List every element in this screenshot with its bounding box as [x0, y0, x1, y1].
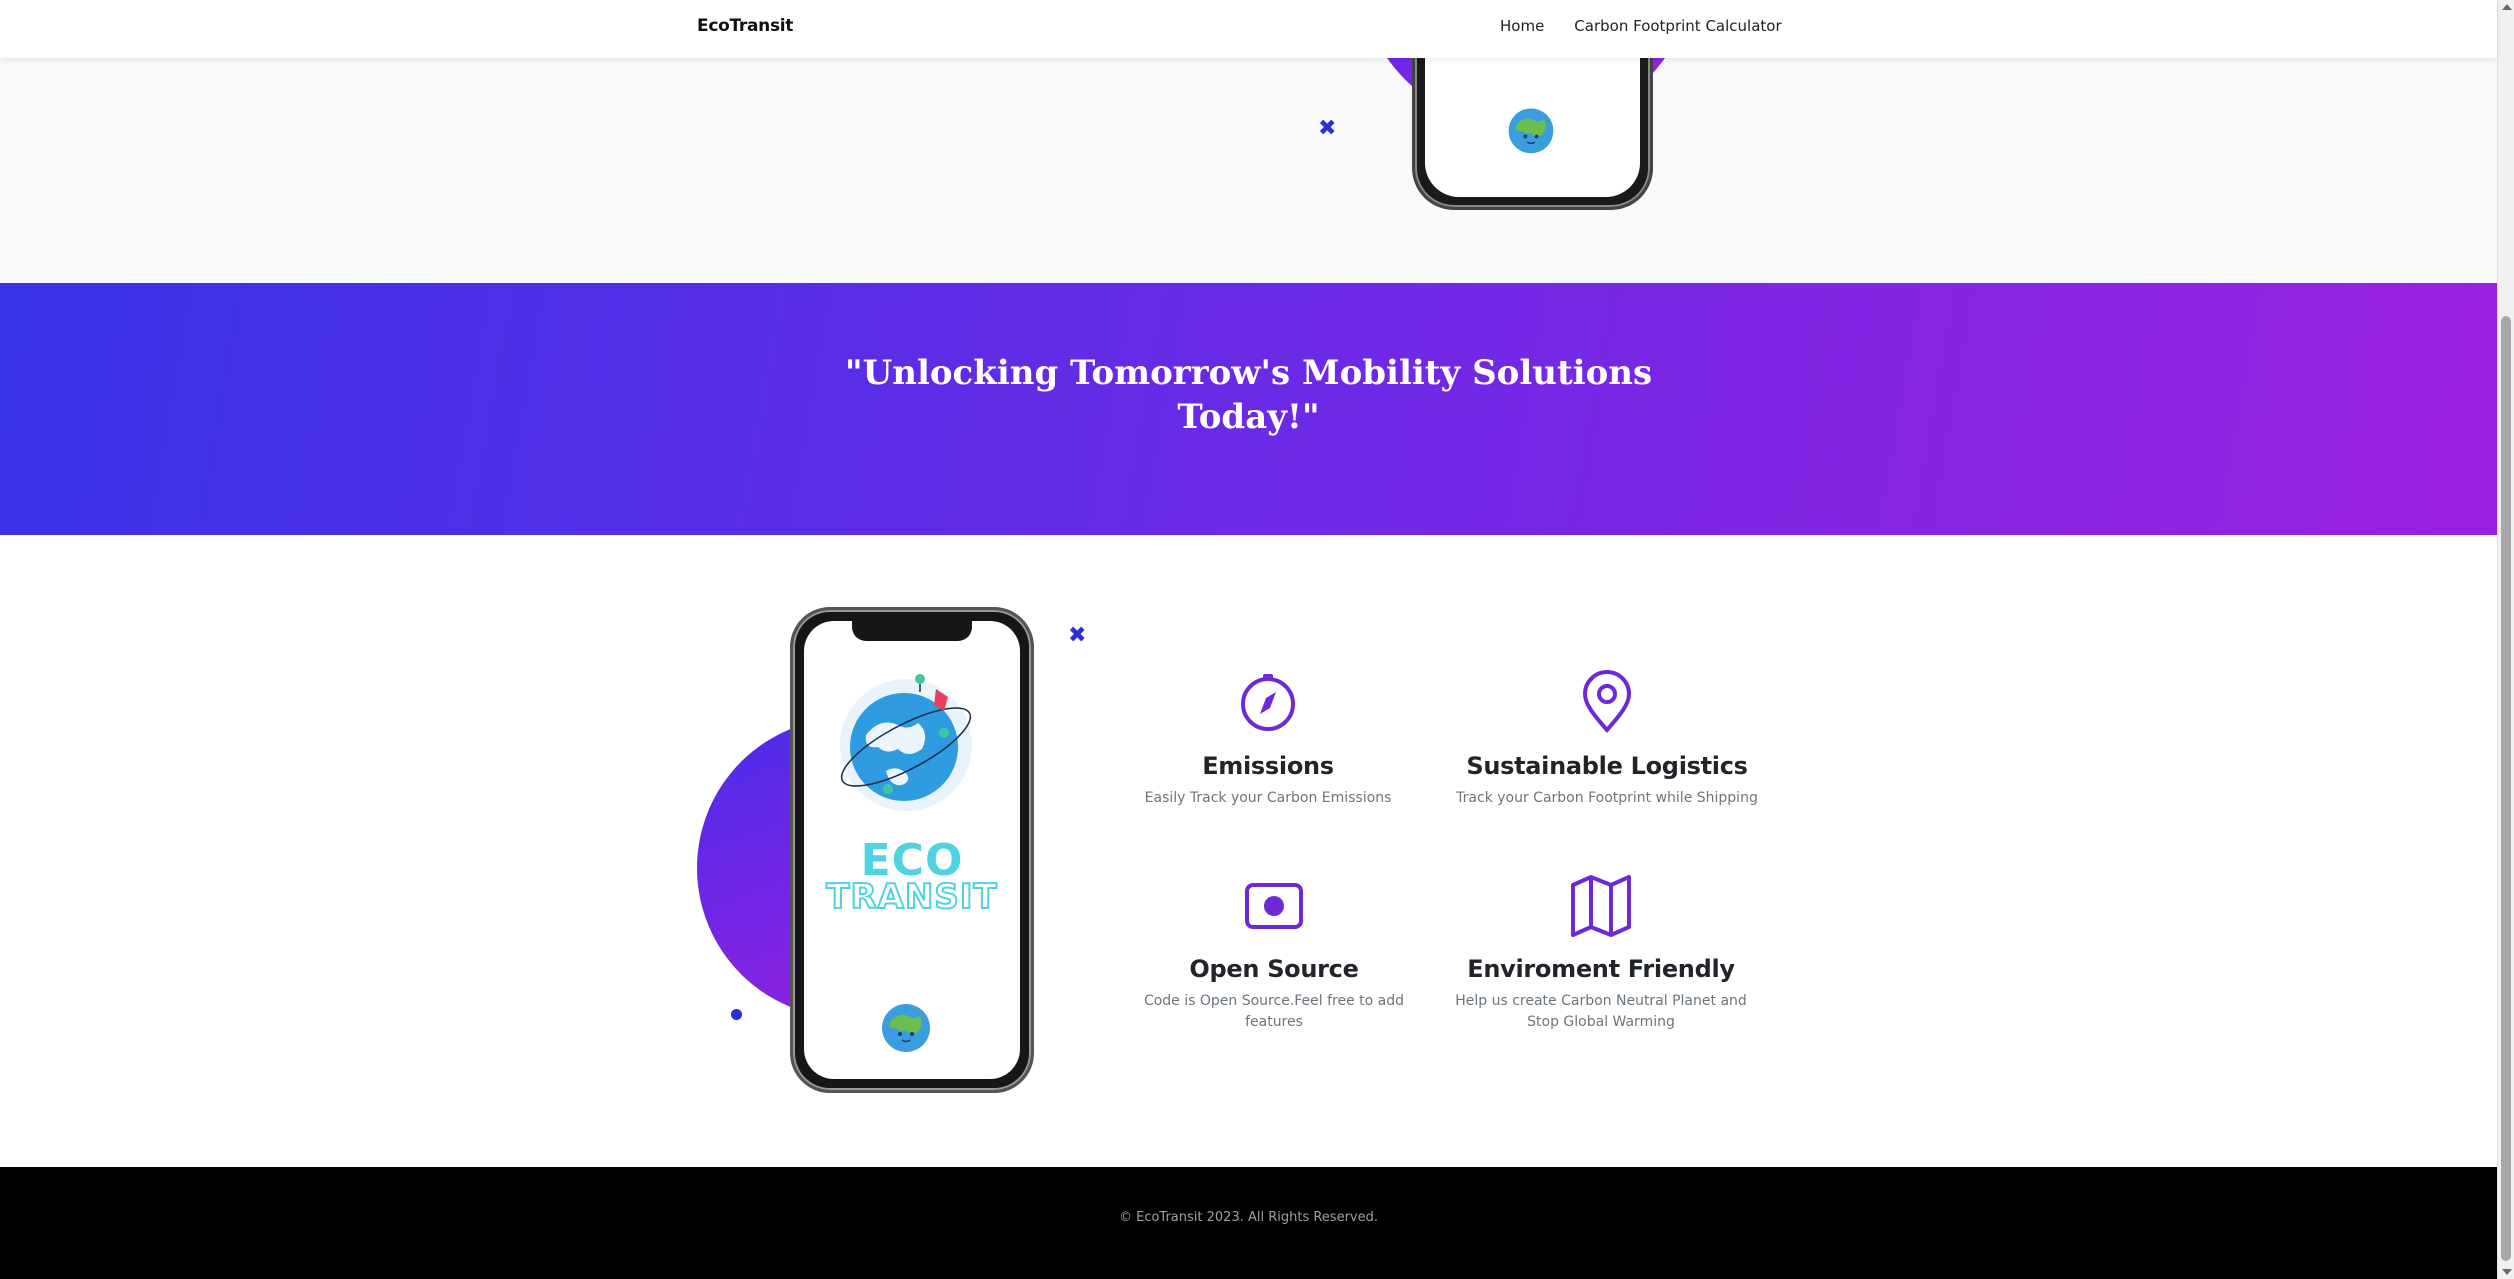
feature-emissions: Emissions Easily Track your Carbon Emiss…: [1108, 670, 1428, 809]
decor-x-icon: ✖: [1318, 116, 1337, 141]
nav-link-home[interactable]: Home: [1500, 17, 1544, 35]
app-phone-screen: ECO TRANSIT: [804, 621, 1020, 1079]
globe-icon: [1508, 108, 1554, 154]
logo-line-transit: TRANSIT: [825, 877, 998, 917]
globe-travel-illustration-icon: [840, 674, 972, 811]
page-scrollbar[interactable]: [2497, 0, 2514, 1279]
quote-line-1: "Unlocking Tomorrow's Mobility Solutions: [844, 353, 1653, 393]
eco-transit-logo: ECO TRANSIT: [804, 835, 1020, 917]
globe-icon: [882, 1004, 930, 1052]
feature-sustainable-logistics: Sustainable Logistics Track your Carbon …: [1447, 670, 1767, 809]
feature-environment-friendly: Enviroment Friendly Help us create Carbo…: [1441, 873, 1761, 1033]
phone-notch: [852, 621, 972, 641]
feature-title: Emissions: [1202, 752, 1334, 780]
footer: © EcoTransit 2023. All Rights Reserved.: [0, 1167, 2497, 1279]
scroll-up-arrow-icon[interactable]: [2502, 4, 2512, 10]
record-icon: [1245, 883, 1303, 929]
brand-logo[interactable]: EcoTransit: [697, 16, 793, 36]
logo-line-eco: ECO: [860, 835, 964, 886]
scroll-down-arrow-icon[interactable]: [2502, 1269, 2512, 1275]
decor-x-icon: ✖: [1068, 623, 1087, 648]
feature-title: Open Source: [1189, 955, 1359, 983]
feature-description: Code is Open Source.Feel free to add fea…: [1143, 993, 1405, 1030]
feature-description: Easily Track your Carbon Emissions: [1144, 790, 1392, 806]
scroll-thumb[interactable]: [2501, 316, 2511, 1261]
map-pin-icon: [1582, 670, 1632, 734]
map-icon: [1571, 875, 1631, 937]
feature-title: Enviroment Friendly: [1467, 955, 1735, 983]
feature-description: Help us create Carbon Neutral Planet and…: [1455, 993, 1747, 1030]
feature-title: Sustainable Logistics: [1466, 752, 1748, 780]
quote-text: "Unlocking Tomorrow's Mobility Solutions…: [0, 351, 2497, 439]
feature-open-source: Open Source Code is Open Source.Feel fre…: [1114, 873, 1434, 1033]
footer-copyright: © EcoTransit 2023. All Rights Reserved.: [1118, 1210, 1379, 1225]
navbar: EcoTransit Home Carbon Footprint Calcula…: [0, 0, 2497, 58]
nav-links: Home Carbon Footprint Calculator: [1500, 17, 1782, 35]
decor-dot: [731, 1009, 742, 1020]
nav-link-carbon-calculator[interactable]: Carbon Footprint Calculator: [1574, 17, 1781, 35]
app-phone-mockup: ECO TRANSIT: [790, 607, 1034, 1093]
features-section: ✖ ECO TRANSIT Emissions Easily Track you…: [0, 535, 2497, 1167]
compass-icon: [1241, 674, 1295, 731]
quote-banner: "Unlocking Tomorrow's Mobility Solutions…: [0, 283, 2497, 535]
quote-line-2: Today!": [1177, 397, 1320, 437]
feature-description: Track your Carbon Footprint while Shippi…: [1456, 790, 1758, 806]
